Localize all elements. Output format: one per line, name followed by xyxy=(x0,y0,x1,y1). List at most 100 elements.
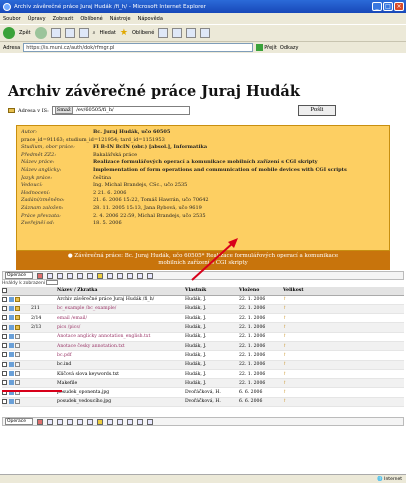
search-icon[interactable]: ⌕ xyxy=(93,30,96,36)
upload-icon[interactable] xyxy=(97,418,103,425)
row-name[interactable]: posudek_oponenta.jpg xyxy=(57,387,185,398)
row-checkbox[interactable] xyxy=(2,324,7,330)
table-row[interactable]: Klíčová slova keywords.txt Hudák, J. 22. 1… xyxy=(2,369,404,380)
menu-tools[interactable]: Nástroje xyxy=(110,16,131,22)
favorites-star-icon[interactable]: ★ xyxy=(120,28,128,38)
media-icon[interactable] xyxy=(158,28,169,38)
edit-icon[interactable] xyxy=(9,333,14,339)
row-checkbox[interactable] xyxy=(2,296,7,302)
row-name[interactable]: email /email/ xyxy=(57,313,185,324)
copy-icon[interactable] xyxy=(47,272,53,279)
new-folder-icon[interactable] xyxy=(107,272,113,279)
favorites-label[interactable]: Oblíbené xyxy=(132,30,154,36)
is-path-input[interactable]: Smaž /ev/60505/fi_h/ xyxy=(51,106,190,115)
row-name[interactable]: posudek_vedoucího.jpg xyxy=(57,397,185,408)
row-checkbox[interactable] xyxy=(2,361,7,367)
archive-icon[interactable] xyxy=(87,272,93,279)
edit-icon[interactable] xyxy=(9,398,14,404)
move-icon[interactable] xyxy=(57,272,63,279)
back-label[interactable]: Zpět xyxy=(19,30,31,36)
delete-icon[interactable] xyxy=(37,272,43,279)
history-icon[interactable] xyxy=(172,28,183,38)
edit-icon[interactable] xyxy=(9,371,14,377)
search-label[interactable]: Hledat xyxy=(99,30,115,36)
row-name[interactable]: Makefile xyxy=(57,378,185,389)
archive-icon[interactable] xyxy=(87,418,93,425)
submit-button[interactable]: Pošli xyxy=(298,105,336,116)
sort-icon[interactable] xyxy=(127,272,133,279)
row-name[interactable]: pics /pics/ xyxy=(57,322,185,333)
maximize-button[interactable]: □ xyxy=(383,2,393,11)
url-input[interactable]: https://is.muni.cz/auth/dok/rfmgr.pl xyxy=(23,43,254,52)
row-name[interactable]: bc_example /bc_example/ xyxy=(57,304,185,315)
operations-select[interactable]: Operace xyxy=(5,272,33,279)
move-icon[interactable] xyxy=(57,418,63,425)
minimize-button[interactable]: _ xyxy=(372,2,382,11)
sort-icon[interactable] xyxy=(127,418,133,425)
menu-file[interactable]: Soubor xyxy=(3,16,21,22)
row-checkbox[interactable] xyxy=(2,315,7,321)
edit-icon[interactable] xyxy=(9,315,14,321)
menu-help[interactable]: Nápověda xyxy=(138,16,163,22)
edit-icon[interactable] xyxy=(9,361,14,367)
clear-button[interactable]: Smaž xyxy=(54,106,73,114)
row-name[interactable]: Klíčová slova keywords.txt xyxy=(57,369,185,380)
owner-header[interactable]: Vlastník xyxy=(185,287,239,296)
table-row[interactable]: bc.ind Hudák, J. 22. 1. 2006 ↑ xyxy=(2,360,404,370)
menu-view[interactable]: Zobrazit xyxy=(53,16,74,22)
edit-icon[interactable] xyxy=(9,296,14,302)
search-files-icon[interactable] xyxy=(117,272,123,279)
table-row[interactable]: posudek_vedoucího.jpg Dvořáčková, H. 6. 6.… xyxy=(2,397,404,408)
help-icon[interactable] xyxy=(147,418,153,425)
home-icon[interactable] xyxy=(78,28,89,38)
filesize-header[interactable]: Velikost xyxy=(283,287,404,296)
view-icon[interactable] xyxy=(137,272,143,279)
select-all-checkbox[interactable] xyxy=(2,287,9,296)
row-name[interactable]: Anotace anglicky annotation_english.txt xyxy=(57,332,185,343)
table-row[interactable]: Archiv závěrečné práce Juraj Hudák /fi_h… xyxy=(2,295,404,305)
table-row[interactable]: Makefile Hudák, J. 22. 1. 2006 ↑ xyxy=(2,378,404,389)
refresh-icon[interactable] xyxy=(64,28,75,38)
stop-icon[interactable] xyxy=(50,28,61,38)
view-icon[interactable] xyxy=(137,418,143,425)
forward-arrow-icon[interactable] xyxy=(34,27,47,39)
row-checkbox[interactable] xyxy=(2,380,7,386)
help-icon[interactable] xyxy=(147,272,153,279)
menu-edit[interactable]: Úpravy xyxy=(28,16,46,22)
print-icon[interactable] xyxy=(200,28,211,38)
back-arrow-icon[interactable] xyxy=(3,27,15,39)
edit-icon[interactable] xyxy=(9,352,14,358)
links-label[interactable]: Odkazy xyxy=(280,45,299,51)
rights-icon[interactable] xyxy=(77,418,83,425)
row-name[interactable]: bc.pdf xyxy=(57,350,185,361)
table-row[interactable]: posudek_oponenta.jpg Dvořáčková, H. 6. 6. … xyxy=(2,387,404,398)
table-row[interactable]: 2/13 pics /pics/Hudák, J. 22. 1. 2006 ↑ xyxy=(2,322,404,333)
edit-icon[interactable] xyxy=(9,305,14,311)
table-row[interactable]: 2/14 email /email/Hudák, J. 22. 1. 2006 ↑ xyxy=(2,313,404,324)
new-folder-icon[interactable] xyxy=(107,418,113,425)
table-row[interactable]: Anotace anglicky annotation_english.txt H… xyxy=(2,332,404,343)
row-checkbox[interactable] xyxy=(2,398,7,404)
edit-icon[interactable] xyxy=(9,380,14,386)
row-checkbox[interactable] xyxy=(2,343,7,349)
rename-icon[interactable] xyxy=(67,418,73,425)
table-row[interactable]: 211 bc_example /bc_example/Hudák, J. 22. 1… xyxy=(2,304,404,315)
mail-icon[interactable] xyxy=(186,28,197,38)
delete-icon[interactable] xyxy=(37,418,43,425)
upload-icon[interactable] xyxy=(97,272,103,279)
table-row[interactable]: bc.pdf Hudák, J. 22. 1. 2006 ↑ xyxy=(2,350,404,361)
close-button[interactable]: × xyxy=(394,2,404,11)
row-checkbox[interactable] xyxy=(2,333,7,339)
date-header[interactable]: Vloženo xyxy=(239,287,283,296)
row-name[interactable]: bc.ind xyxy=(57,360,185,370)
edit-icon[interactable] xyxy=(9,324,14,330)
table-row[interactable]: Anotace česky annotation.txt Hudák, J. 22.… xyxy=(2,341,404,352)
name-header[interactable]: Název / Zkratka xyxy=(57,287,185,296)
rename-icon[interactable] xyxy=(67,272,73,279)
filter-input[interactable] xyxy=(46,280,59,285)
row-name[interactable]: Anotace česky annotation.txt xyxy=(57,341,185,352)
edit-icon[interactable] xyxy=(9,343,14,349)
copy-icon[interactable] xyxy=(47,418,53,425)
row-checkbox[interactable] xyxy=(2,371,7,377)
go-button[interactable]: Přejít xyxy=(256,44,277,51)
